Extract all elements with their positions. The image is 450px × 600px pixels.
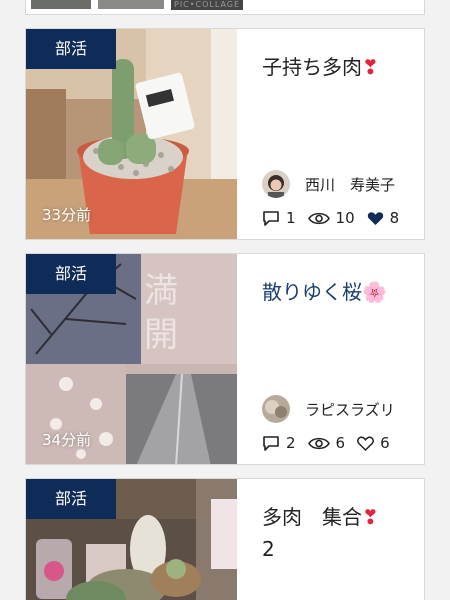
category-badge: 部活 — [26, 254, 116, 294]
comment-count[interactable]: 2 — [262, 434, 296, 452]
post-time: 33分前 — [42, 206, 92, 224]
view-count-value: 6 — [335, 434, 346, 452]
like-count[interactable]: 6 — [357, 434, 390, 452]
cherry-blossom-emoji: 🌸 — [362, 280, 387, 304]
post-card[interactable]: 満 開 部活 34分前 散りゆく桜🌸 ラピスラズリ 2 6 6 — [25, 253, 425, 465]
heart-outline-icon — [357, 435, 374, 451]
author-avatar — [262, 395, 290, 423]
post-title-text: 散りゆく桜 — [262, 280, 362, 304]
author-name: ラピスラズリ — [305, 400, 395, 419]
post-thumbnail[interactable]: 部活 33分前 — [26, 29, 237, 239]
eye-icon — [307, 212, 330, 224]
comment-count-value: 1 — [286, 209, 296, 227]
previous-post-thumbnail — [31, 0, 91, 9]
view-count-value: 10 — [335, 209, 355, 227]
post-title-text: 子持ち多肉 — [262, 55, 362, 79]
heart-exclamation-emoji: ❣ — [362, 55, 379, 79]
comment-count-value: 2 — [286, 434, 296, 452]
heart-exclamation-emoji: ❣ — [362, 505, 379, 529]
post-card[interactable]: 部活 33分前 子持ち多肉❣ 西川 寿美子 1 10 8 — [25, 28, 425, 240]
post-title[interactable]: 散りゆく桜🌸 — [262, 276, 412, 308]
category-badge: 部活 — [26, 29, 116, 69]
like-count-value: 6 — [380, 434, 390, 452]
svg-text:満: 満 — [144, 271, 178, 311]
post-author[interactable]: ラピスラズリ — [262, 394, 395, 424]
avatar-photo — [262, 170, 290, 198]
post-stats: 2 6 6 — [262, 434, 402, 452]
collage-watermark: PIC•COLLAGE — [171, 0, 244, 10]
previous-post-card[interactable]: PIC•COLLAGE — [25, 0, 425, 15]
eye-icon — [307, 437, 330, 449]
view-count: 6 — [307, 434, 346, 452]
post-title[interactable]: 多肉 集合❣ 2 — [262, 501, 412, 565]
post-card[interactable]: 部活 多肉 集合❣ 2 — [25, 478, 425, 600]
post-stats: 1 10 8 — [262, 209, 411, 227]
like-count-value: 8 — [389, 209, 400, 227]
previous-post-thumbnail-2 — [98, 0, 164, 9]
view-count: 10 — [307, 209, 355, 227]
post-title[interactable]: 子持ち多肉❣ — [262, 51, 412, 83]
category-badge: 部活 — [26, 479, 116, 519]
comment-icon — [263, 210, 279, 226]
author-avatar — [262, 170, 290, 198]
comment-icon — [263, 435, 279, 451]
post-thumbnail[interactable]: 満 開 部活 34分前 — [26, 254, 237, 464]
post-title-line2: 2 — [262, 537, 275, 561]
comment-count[interactable]: 1 — [262, 209, 296, 227]
post-title-text: 多肉 集合 — [262, 505, 362, 529]
post-time: 34分前 — [42, 431, 92, 449]
heart-filled-icon — [367, 211, 383, 225]
avatar-photo — [262, 395, 290, 423]
author-name: 西川 寿美子 — [305, 175, 396, 194]
post-author[interactable]: 西川 寿美子 — [262, 169, 395, 199]
like-count[interactable]: 8 — [367, 209, 400, 227]
svg-text:開: 開 — [144, 315, 178, 355]
post-thumbnail[interactable]: 部活 — [26, 479, 237, 600]
